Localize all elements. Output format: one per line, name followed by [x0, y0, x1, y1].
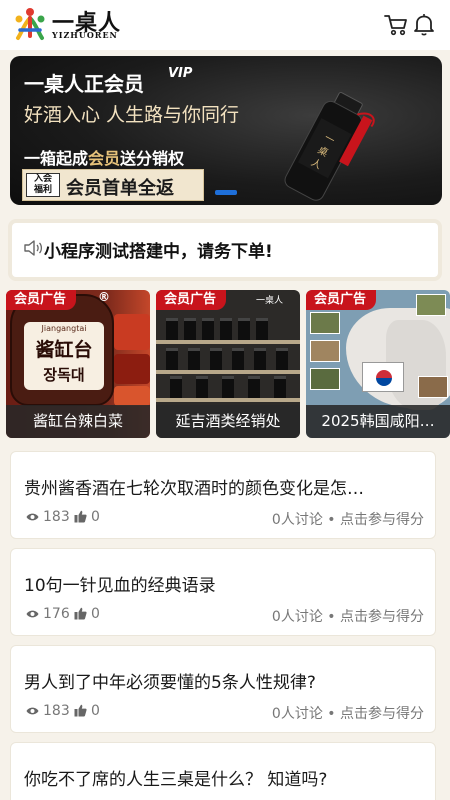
- post-title: 你吃不了席的人生三桌是什么？ 知道吗?: [24, 770, 328, 790]
- bottle: [184, 318, 196, 340]
- ad-card-liquor-store[interactable]: 一桌人 会员广告 延吉酒类经销处: [156, 290, 300, 438]
- post-title: 10句一针见血的经典语录: [24, 576, 216, 596]
- ad-caption: 2025韩国咸阳…: [306, 405, 450, 438]
- jar-label-cn: 酱缸台: [35, 339, 93, 361]
- view-count: 183: [43, 703, 70, 719]
- brand-name-en: YIZHUOREN: [52, 30, 118, 40]
- liquor-bottle-image: 一 桌 人: [284, 91, 375, 201]
- ad-tag: 会员广告: [306, 290, 377, 310]
- bottle: [196, 376, 208, 398]
- like-count: 0: [91, 509, 100, 525]
- photo-thumbnail: [416, 294, 446, 316]
- post-meta: 183 0 0人讨论 • 点击参与得分: [24, 703, 424, 723]
- ad-tag: 会员广告: [156, 290, 227, 310]
- kimchi-photo: [114, 314, 150, 350]
- registered-mark: ®: [98, 290, 110, 304]
- like-count: 0: [91, 606, 100, 622]
- bottle: [220, 318, 232, 340]
- bottle: [276, 348, 288, 370]
- bottle: [166, 318, 178, 340]
- post-card[interactable]: 贵州酱香酒在七轮次取酒时的颜色变化是怎… 183 0 0人讨论 • 点击参与得分: [10, 451, 436, 539]
- kimchi-photo: [114, 354, 150, 384]
- bottle: [222, 376, 234, 398]
- thumbs-up-icon[interactable]: [74, 510, 87, 523]
- banner-title: 一桌人正会员: [24, 72, 144, 96]
- banner-vip-label: VIP: [168, 66, 193, 81]
- view-count: 183: [43, 509, 70, 525]
- cart-icon[interactable]: [382, 10, 410, 38]
- logo-icon: [15, 8, 45, 40]
- post-card[interactable]: 10句一针见血的经典语录 176 0 0人讨论 • 点击参与得分: [10, 548, 436, 636]
- promo-banner[interactable]: 一桌人正会员 VIP 好酒入心 人生路与你同行 一箱起成会员送分销权 入会 福利…: [10, 56, 442, 205]
- bottle: [210, 348, 222, 370]
- ad-caption: 延吉酒类经销处: [156, 405, 300, 438]
- notice-bar[interactable]: 小程序测试搭建中，请务下单!: [8, 219, 442, 281]
- banner-subtitle: 好酒入心 人生路与你同行: [24, 104, 240, 126]
- photo-thumbnail: [418, 376, 448, 398]
- photo-thumbnail: [310, 312, 340, 334]
- speaker-icon: [24, 240, 43, 256]
- discuss-link[interactable]: 0人讨论 • 点击参与得分: [272, 509, 424, 529]
- bottle: [254, 348, 266, 370]
- banner-badge-text: 会员首单全返: [66, 178, 174, 199]
- banner-badge-tag: 入会 福利: [26, 173, 60, 197]
- photo-thumbnail: [310, 340, 340, 362]
- bottle: [248, 376, 260, 398]
- app-header: 一桌人 YIZHUOREN: [0, 0, 450, 50]
- bottle: [274, 376, 286, 398]
- shelf: [156, 340, 300, 344]
- carousel-indicator[interactable]: [215, 190, 237, 195]
- post-card[interactable]: 男人到了中年必须要懂的5条人性规律? 183 0 0人讨论 • 点击参与得分: [10, 645, 436, 733]
- store-sign: 一桌人: [256, 296, 284, 306]
- post-meta: 183 0 0人讨论 • 点击参与得分: [24, 509, 424, 529]
- eye-icon: [26, 610, 39, 618]
- thumbs-up-icon[interactable]: [74, 607, 87, 620]
- jar-label-en: Jiangangtai: [41, 324, 87, 333]
- jar-label-kr: 장독대: [43, 366, 85, 384]
- banner-offer-line: 一箱起成会员送分销权: [24, 149, 185, 168]
- banner-badge: 入会 福利 会员首单全返: [22, 169, 204, 201]
- discuss-link[interactable]: 0人讨论 • 点击参与得分: [272, 703, 424, 723]
- bottle: [232, 348, 244, 370]
- ad-card-kimchi[interactable]: Jiangangtai 酱缸台 장독대 ® 会员广告 酱缸台辣白菜: [6, 290, 150, 438]
- discuss-link[interactable]: 0人讨论 • 点击参与得分: [272, 606, 424, 626]
- post-title: 男人到了中年必须要懂的5条人性规律?: [24, 673, 316, 693]
- bottle: [188, 348, 200, 370]
- jar-image: Jiangangtai 酱缸台 장독대: [10, 294, 114, 406]
- notice-text: 小程序测试搭建中，请务下单!: [44, 242, 273, 262]
- eye-icon: [26, 707, 39, 715]
- bottle: [256, 318, 268, 340]
- ad-caption: 酱缸台辣白菜: [6, 405, 150, 438]
- photo-thumbnail: [310, 368, 340, 390]
- thumbs-up-icon[interactable]: [74, 704, 87, 717]
- korea-flag-icon: [362, 362, 404, 392]
- member-ads: Jiangangtai 酱缸台 장독대 ® 会员广告 酱缸台辣白菜 一桌人 会员…: [0, 290, 450, 440]
- bottle: [166, 348, 178, 370]
- kimchi-photo: [114, 386, 150, 406]
- ad-card-korea-trip[interactable]: 会员广告 2025韩国咸阳…: [306, 290, 450, 438]
- like-count: 0: [91, 703, 100, 719]
- bottle: [202, 318, 214, 340]
- post-card[interactable]: 你吃不了席的人生三桌是什么？ 知道吗?: [10, 742, 436, 800]
- post-title: 贵州酱香酒在七轮次取酒时的颜色变化是怎…: [24, 479, 364, 499]
- view-count: 176: [43, 606, 70, 622]
- shelf: [156, 398, 300, 402]
- ad-tag: 会员广告: [6, 290, 77, 310]
- bottle: [170, 376, 182, 398]
- bottle: [238, 318, 250, 340]
- shelf: [156, 370, 300, 374]
- post-meta: 176 0 0人讨论 • 点击参与得分: [24, 606, 424, 626]
- eye-icon: [26, 513, 39, 521]
- bell-icon[interactable]: [410, 10, 438, 38]
